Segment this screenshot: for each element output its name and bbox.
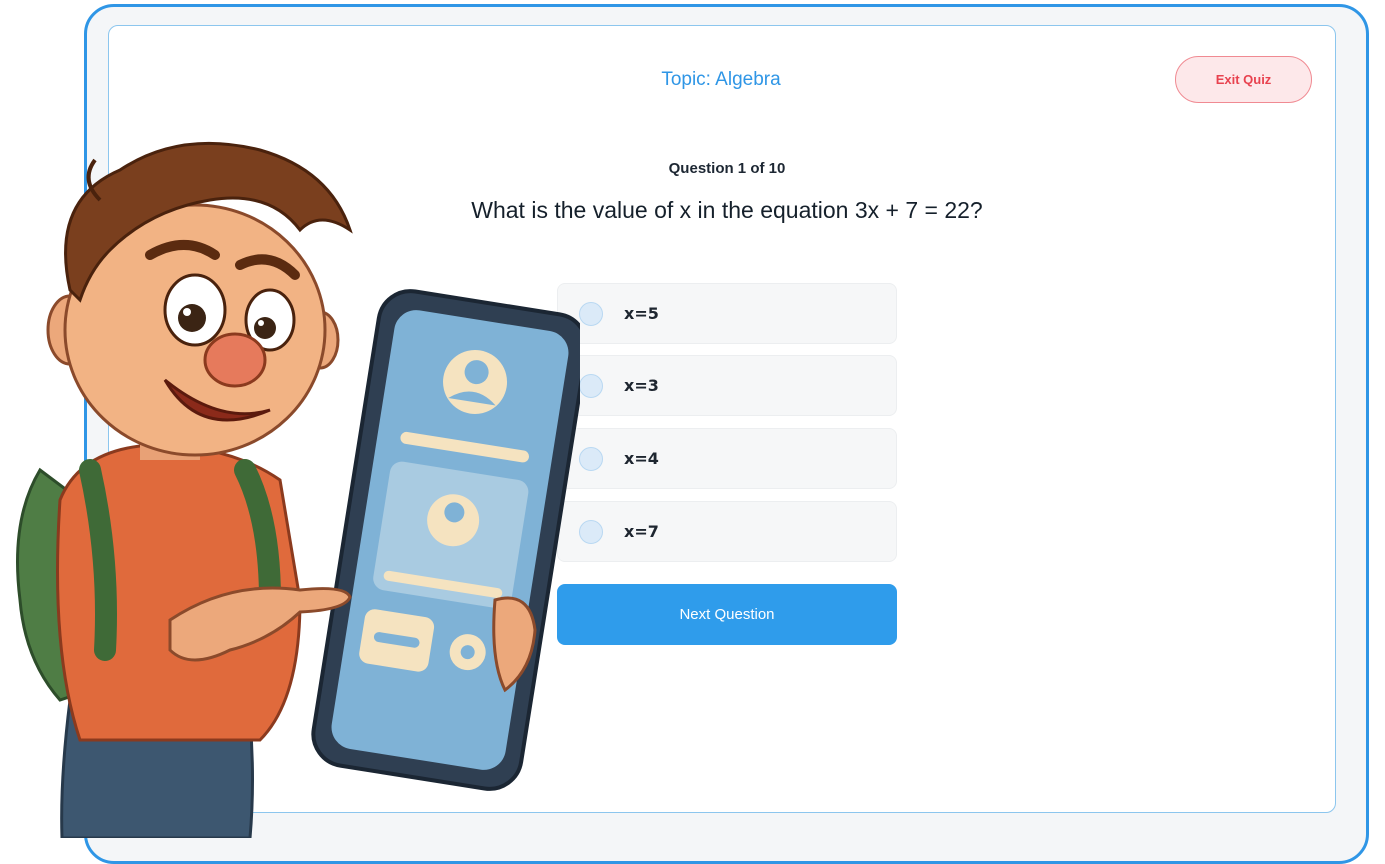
exit-quiz-button[interactable]: Exit Quiz — [1175, 56, 1312, 103]
answer-label: x=7 — [624, 522, 659, 541]
student-mascot-illustration — [16, 141, 580, 838]
answer-label: x=4 — [624, 449, 659, 468]
answer-option-1[interactable]: x=5 — [557, 283, 897, 344]
radio-button[interactable] — [579, 374, 603, 398]
radio-button[interactable] — [579, 520, 603, 544]
answer-option-4[interactable]: x=7 — [557, 501, 897, 562]
radio-button[interactable] — [579, 302, 603, 326]
answer-option-3[interactable]: x=4 — [557, 428, 897, 489]
answer-label: x=5 — [624, 304, 659, 323]
next-question-button[interactable]: Next Question — [557, 584, 897, 645]
answer-option-2[interactable]: x=3 — [557, 355, 897, 416]
answer-label: x=3 — [624, 376, 659, 395]
radio-button[interactable] — [579, 447, 603, 471]
